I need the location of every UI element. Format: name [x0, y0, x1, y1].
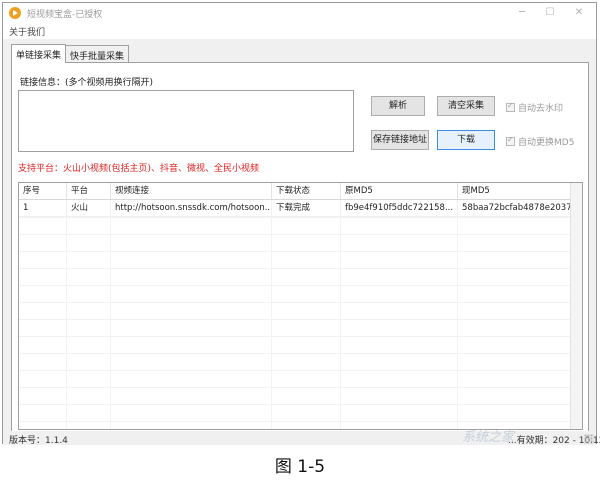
column-header-video-link[interactable]: 视频连接	[111, 183, 272, 199]
maximize-icon[interactable]: ☐	[536, 5, 564, 21]
link-input[interactable]	[18, 90, 354, 152]
auto-change-md5-label: 自动更换MD5	[518, 138, 575, 148]
cell-download-status: 下载完成	[272, 200, 341, 216]
cell-platform: 火山	[67, 200, 111, 216]
version-label: 版本号：1.1.4	[9, 436, 68, 446]
clear-collect-button[interactable]: 清空采集	[437, 96, 495, 116]
parse-button[interactable]: 解析	[371, 96, 425, 116]
table-empty-area	[19, 217, 582, 429]
title-bar[interactable]: 短视频宝盒-已授权 ─ ☐ ✕	[3, 3, 596, 23]
resize-grip-icon[interactable]	[584, 434, 594, 444]
column-header-download-status[interactable]: 下载状态	[272, 183, 341, 199]
close-icon[interactable]: ✕	[565, 5, 593, 21]
minimize-icon[interactable]: ─	[508, 5, 536, 21]
auto-change-md5-checkbox[interactable]: 自动更换MD5	[506, 135, 574, 148]
cell-current-md5: 58baa72bcfab4878e20374...	[458, 200, 572, 216]
table-scrollbar[interactable]	[570, 183, 582, 429]
download-table[interactable]: 序号 平台 视频连接 下载状态 原MD5 现MD5 1 火山 http://ho…	[18, 182, 583, 430]
column-header-platform[interactable]: 平台	[67, 183, 111, 199]
check-icon	[506, 101, 515, 112]
column-header-original-md5[interactable]: 原MD5	[341, 183, 458, 199]
table-header: 序号 平台 视频连接 下载状态 原MD5 现MD5	[19, 183, 582, 200]
window-title: 短视频宝盒-已授权	[27, 10, 103, 20]
cell-index: 1	[19, 200, 67, 216]
menu-item-about[interactable]: 关于我们	[9, 25, 45, 38]
figure-caption: 图 1-5	[274, 457, 326, 477]
download-button[interactable]: 下载	[437, 130, 495, 150]
column-header-current-md5[interactable]: 现MD5	[458, 183, 572, 199]
tab-single-link[interactable]: 单链接采集	[11, 44, 67, 63]
link-info-label: 链接信息：(多个视频用换行隔开)	[20, 78, 154, 88]
supported-platforms-text: 支持平台：火山小视频(包括主页)、抖音、微视、全民小视频	[18, 164, 260, 174]
app-window: 短视频宝盒-已授权 ─ ☐ ✕ 关于我们 单链接采集 快手批量采集 链接信息：(…	[2, 2, 600, 446]
auto-remove-watermark-label: 自动去水印	[518, 104, 564, 114]
cell-original-md5: fb9e4f910f5ddc722158...	[341, 200, 458, 216]
column-header-index[interactable]: 序号	[19, 183, 67, 199]
table-row[interactable]: 1 火山 http://hotsoon.snssdk.com/hotsoon..…	[19, 200, 582, 217]
tab-kuaishou-batch[interactable]: 快手批量采集	[65, 45, 130, 63]
save-links-button[interactable]: 保存链接地址	[371, 130, 429, 150]
check-icon	[506, 135, 515, 146]
play-icon	[9, 7, 21, 19]
tab-panel-single-link: 链接信息：(多个视频用换行隔开) 解析 清空采集 自动去水印 保存链接地址 下载…	[11, 62, 589, 433]
menu-bar: 关于我们	[3, 23, 596, 39]
watermark-logo: 系统之家	[462, 430, 515, 445]
cell-video-link: http://hotsoon.snssdk.com/hotsoon...	[111, 200, 272, 216]
auto-remove-watermark-checkbox[interactable]: 自动去水印	[506, 101, 563, 114]
